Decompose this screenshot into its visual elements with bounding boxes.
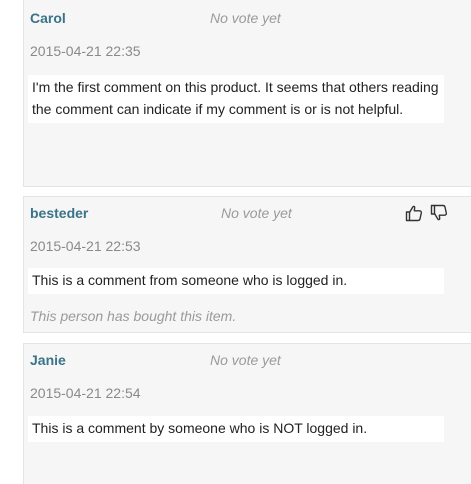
comment-author: besteder: [30, 205, 89, 221]
comment-card: Janie No vote yet 2015-04-21 22:54 This …: [23, 343, 471, 484]
thumbs-down-icon[interactable]: [430, 204, 448, 222]
thumbs-up-icon[interactable]: [405, 204, 423, 222]
vote-status: No vote yet: [221, 205, 292, 221]
comment-date: 2015-04-21 22:35: [30, 43, 141, 59]
comments-list: Carol No vote yet 2015-04-21 22:35 I'm t…: [0, 0, 471, 484]
comment-card: Carol No vote yet 2015-04-21 22:35 I'm t…: [23, 0, 471, 187]
comment-date: 2015-04-21 22:54: [30, 385, 141, 401]
vote-status: No vote yet: [210, 10, 281, 26]
purchase-note: This person has bought this item.: [30, 308, 237, 324]
comment-text: This is a comment from someone who is lo…: [28, 268, 444, 294]
comment-author: Carol: [30, 10, 66, 26]
comment-date: 2015-04-21 22:53: [30, 238, 141, 254]
vote-status: No vote yet: [210, 352, 281, 368]
comment-author: Janie: [30, 352, 66, 368]
comment-text: This is a comment by someone who is NOT …: [28, 416, 444, 442]
comment-text: I'm the first comment on this product. I…: [28, 75, 444, 123]
comment-card: besteder No vote yet 2015-04-21 22:53 Th…: [23, 196, 471, 333]
